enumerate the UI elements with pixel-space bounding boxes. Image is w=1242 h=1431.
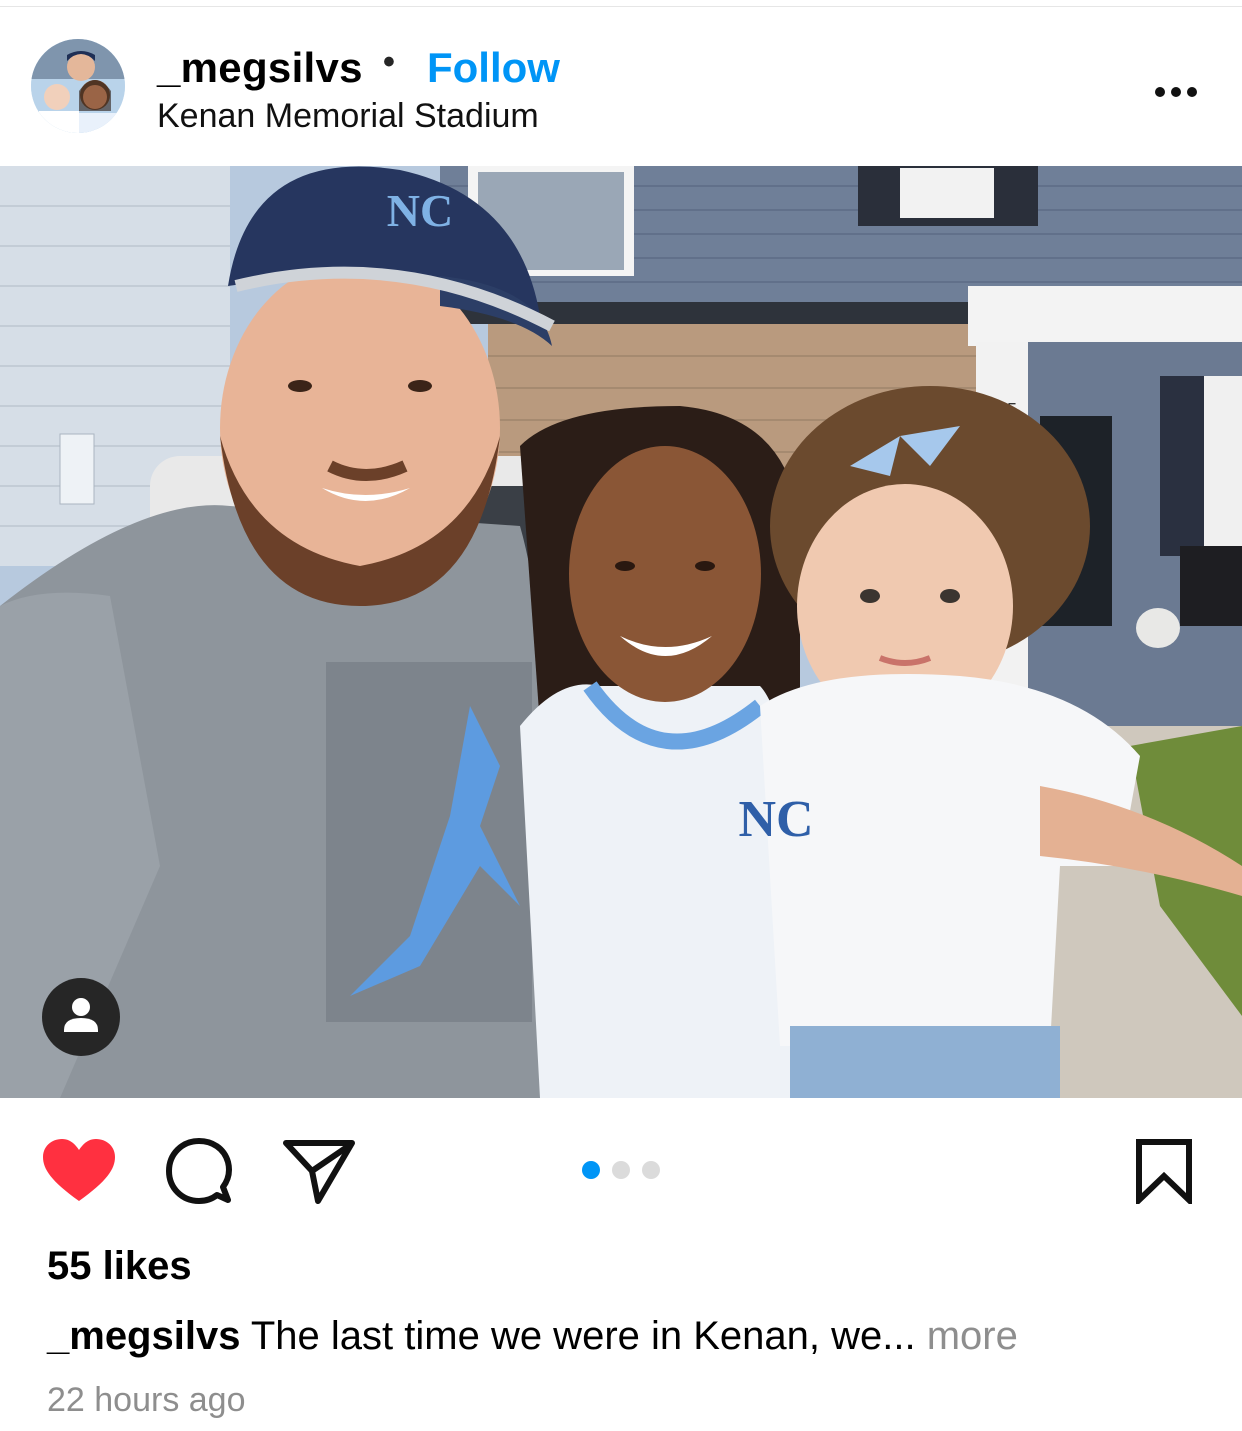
comment-button[interactable]	[163, 1137, 235, 1207]
caption-text: The last time we were in Kenan, we...	[250, 1314, 916, 1358]
share-button[interactable]	[282, 1137, 356, 1207]
carousel-dot	[642, 1161, 660, 1179]
tagged-people-button[interactable]	[42, 978, 120, 1056]
separator-dot: •	[383, 43, 395, 81]
post-timestamp: 22 hours ago	[47, 1381, 246, 1419]
carousel-indicator	[580, 1161, 664, 1181]
selfie-illustration: 215 NC	[0, 166, 1242, 1098]
comment-bubble-icon	[166, 1138, 232, 1204]
post-caption: _megsilvs The last time we were in Kenan…	[47, 1314, 1018, 1359]
post-username[interactable]: _megsilvs	[157, 44, 363, 92]
carousel-dot	[612, 1161, 630, 1179]
svg-text:NC: NC	[387, 185, 453, 236]
save-button[interactable]	[1133, 1138, 1195, 1208]
svg-text:NC: NC	[738, 791, 813, 848]
heart-filled-icon	[43, 1139, 115, 1201]
follow-button[interactable]: Follow	[427, 44, 560, 92]
post-location[interactable]: Kenan Memorial Stadium	[157, 97, 539, 136]
person-tag-icon	[64, 998, 98, 1032]
more-options-button[interactable]	[1148, 73, 1208, 103]
more-horizontal-icon	[1155, 87, 1197, 97]
carousel-dot-active	[582, 1161, 600, 1179]
like-button[interactable]	[41, 1137, 117, 1207]
caption-more-link[interactable]: more	[927, 1314, 1018, 1358]
bookmark-icon	[1136, 1139, 1192, 1208]
paper-plane-icon	[283, 1140, 355, 1204]
likes-count[interactable]: 55 likes	[47, 1244, 192, 1289]
caption-username[interactable]: _megsilvs	[47, 1314, 240, 1358]
post-photo[interactable]: 215 NC	[0, 166, 1242, 1098]
avatar[interactable]	[31, 39, 125, 133]
post-header: _megsilvs • Follow Kenan Memorial Stadiu…	[0, 7, 1242, 166]
